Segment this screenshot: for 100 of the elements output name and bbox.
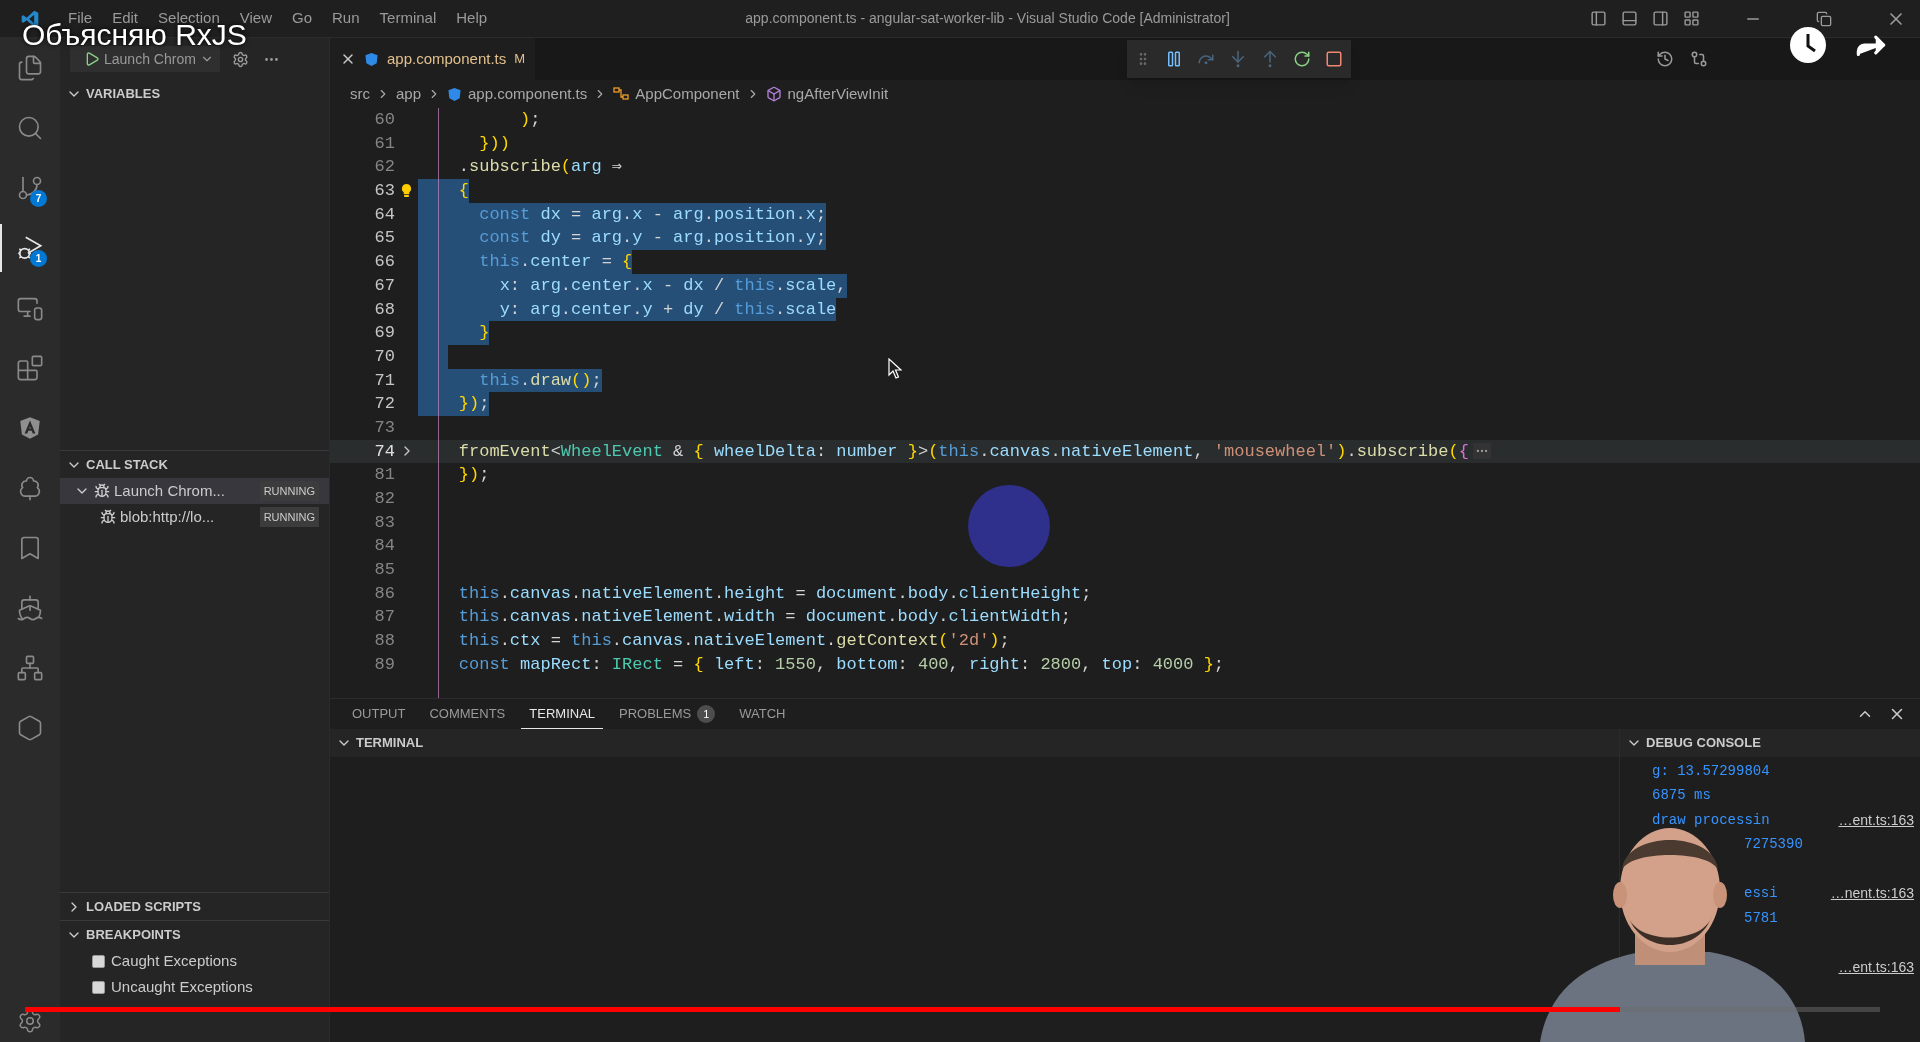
fold-placeholder[interactable] bbox=[1472, 443, 1491, 460]
line-number: 66 bbox=[373, 251, 395, 274]
settings-icon[interactable] bbox=[231, 50, 249, 68]
section-header[interactable]: VARIABLES bbox=[60, 80, 329, 107]
breadcrumb-item[interactable]: app bbox=[396, 82, 422, 106]
console-text: essi bbox=[1744, 884, 1778, 904]
section-header[interactable]: TERMINAL bbox=[330, 729, 1619, 757]
code-line: .subscribe(arg ⇒ bbox=[457, 156, 623, 179]
editor-tab[interactable]: app.component.ts M bbox=[330, 38, 536, 80]
bug-icon bbox=[100, 509, 116, 525]
blocks-icon[interactable] bbox=[16, 354, 44, 382]
line-number: 70 bbox=[373, 345, 395, 368]
line-number: 86 bbox=[373, 582, 395, 605]
panel-tab[interactable]: OUTPUT bbox=[344, 699, 414, 729]
network-icon[interactable] bbox=[16, 654, 44, 682]
line-number: 82 bbox=[373, 488, 395, 510]
line-number: 65 bbox=[373, 227, 395, 250]
status-label: RUNNING bbox=[259, 480, 319, 502]
console-text: 5781 bbox=[1744, 908, 1778, 928]
line-number: 71 bbox=[373, 369, 395, 392]
breakpoint-label: Caught Exceptions bbox=[111, 950, 237, 971]
panel-bottom-icon[interactable] bbox=[1621, 10, 1638, 27]
restore-icon[interactable] bbox=[1816, 10, 1832, 27]
call-stack-item[interactable]: blob:http://lo... RUNNING bbox=[60, 504, 329, 530]
pause-icon[interactable] bbox=[1165, 50, 1183, 68]
code-line: fromEvent<WheelEvent & { wheelDelta: number }>(this.canvas.nativeElement, 'mousewheel').subscribe({ bbox=[457, 440, 1469, 463]
lightbulb-icon[interactable] bbox=[401, 183, 412, 199]
history-icon[interactable] bbox=[1656, 50, 1674, 68]
shield-icon bbox=[447, 86, 463, 102]
menu-item[interactable]: Run bbox=[324, 7, 368, 30]
checkbox[interactable] bbox=[92, 980, 105, 994]
code-line: this.canvas.nativeElement.height = document.body.clientHeight; bbox=[457, 582, 1092, 605]
code-line: this.ctx = this.canvas.nativeElement.getContext('2d'); bbox=[457, 630, 1010, 653]
compare-icon[interactable] bbox=[1690, 50, 1708, 68]
menu-item[interactable]: Help bbox=[448, 7, 496, 30]
branch-icon[interactable] bbox=[16, 174, 44, 202]
notification-count: 7 bbox=[30, 190, 47, 207]
code-line: })) bbox=[478, 132, 510, 155]
breadcrumb-item[interactable]: app.component.ts bbox=[468, 82, 588, 106]
section-header[interactable]: BREAKPOINTS bbox=[60, 921, 329, 948]
line-number: 85 bbox=[373, 559, 395, 582]
status-label: RUNNING bbox=[259, 506, 319, 528]
play-icon[interactable] bbox=[84, 51, 100, 67]
section-header[interactable]: LOADED SCRIPTS bbox=[60, 893, 329, 920]
line-number: 88 bbox=[373, 630, 395, 653]
line-number: 62 bbox=[373, 156, 395, 179]
line-number: 87 bbox=[373, 606, 395, 629]
code-line: ); bbox=[519, 109, 541, 131]
section-header[interactable]: CALL STACK bbox=[60, 451, 329, 478]
cube-icon bbox=[765, 86, 782, 102]
line-number: 63 bbox=[373, 180, 395, 203]
line-number: 83 bbox=[373, 511, 395, 534]
notification-count: 1 bbox=[30, 250, 47, 267]
panel-left-icon[interactable] bbox=[1590, 10, 1607, 27]
launch-config-select[interactable]: Launch Chrom bbox=[70, 46, 220, 72]
console-text: 7275390 bbox=[1744, 835, 1803, 855]
menu-item[interactable]: Edit bbox=[104, 7, 147, 30]
search-icon[interactable] bbox=[16, 114, 44, 142]
line-number: 61 bbox=[373, 132, 395, 155]
clock-icon[interactable] bbox=[1788, 25, 1828, 65]
menu-item[interactable]: Go bbox=[284, 7, 320, 30]
breadcrumb-item[interactable]: AppComponent bbox=[635, 82, 740, 106]
restart-icon[interactable] bbox=[1293, 50, 1311, 68]
breakpoint-label: Uncaught Exceptions bbox=[111, 976, 253, 997]
breadcrumb-item[interactable]: src bbox=[350, 82, 370, 106]
menu-item[interactable]: Terminal bbox=[371, 7, 445, 30]
checkbox[interactable] bbox=[92, 954, 105, 968]
breadcrumb-item[interactable]: ngAfterViewInit bbox=[787, 82, 889, 106]
line-number: 74 bbox=[373, 440, 395, 463]
line-number: 72 bbox=[373, 393, 395, 416]
panel-tab[interactable]: COMMENTS bbox=[421, 699, 514, 729]
line-number: 69 bbox=[373, 322, 395, 345]
ship-icon[interactable] bbox=[16, 594, 44, 622]
stop-icon[interactable] bbox=[1325, 50, 1343, 68]
class-icon bbox=[613, 86, 630, 102]
shield-icon[interactable] bbox=[17, 415, 43, 441]
source-link[interactable]: …ent.ts:163 bbox=[1838, 809, 1914, 831]
line-number: 73 bbox=[373, 416, 395, 439]
line-number: 60 bbox=[373, 109, 395, 131]
line-number: 64 bbox=[373, 203, 395, 226]
line-number: 67 bbox=[373, 274, 395, 297]
window-title: app.component.ts - angular-sat-worker-lib - Visual Studio Code [Administrator] bbox=[745, 9, 1230, 28]
files-icon[interactable] bbox=[16, 54, 44, 82]
call-stack-item[interactable]: Launch Chrom... RUNNING bbox=[60, 478, 329, 504]
line-number: 84 bbox=[373, 535, 395, 558]
panel-tab[interactable]: PROBLEMS 1 bbox=[611, 699, 724, 729]
source-link[interactable]: …nent.ts:163 bbox=[1830, 883, 1914, 905]
section-header[interactable]: DEBUG CONSOLE bbox=[1620, 729, 1920, 757]
line-number: 81 bbox=[373, 464, 395, 487]
hexagon-icon[interactable] bbox=[16, 714, 44, 742]
code-line: const mapRect: IRect = { left: 1550, bottom: 400, right: 2800, top: 4000 }; bbox=[457, 653, 1225, 676]
line-number: 89 bbox=[373, 653, 395, 676]
layout-icon[interactable] bbox=[1683, 10, 1700, 27]
panel-tab[interactable]: WATCH bbox=[731, 699, 794, 729]
source-link[interactable]: …ent.ts:163 bbox=[1838, 956, 1914, 978]
code-line: }); bbox=[457, 464, 490, 487]
cursor-icon bbox=[888, 358, 902, 380]
code-line: this.canvas.nativeElement.width = document.body.clientWidth; bbox=[457, 606, 1071, 629]
panel-right-icon[interactable] bbox=[1652, 10, 1669, 27]
console-text: g: 13.57299804 bbox=[1652, 761, 1770, 781]
